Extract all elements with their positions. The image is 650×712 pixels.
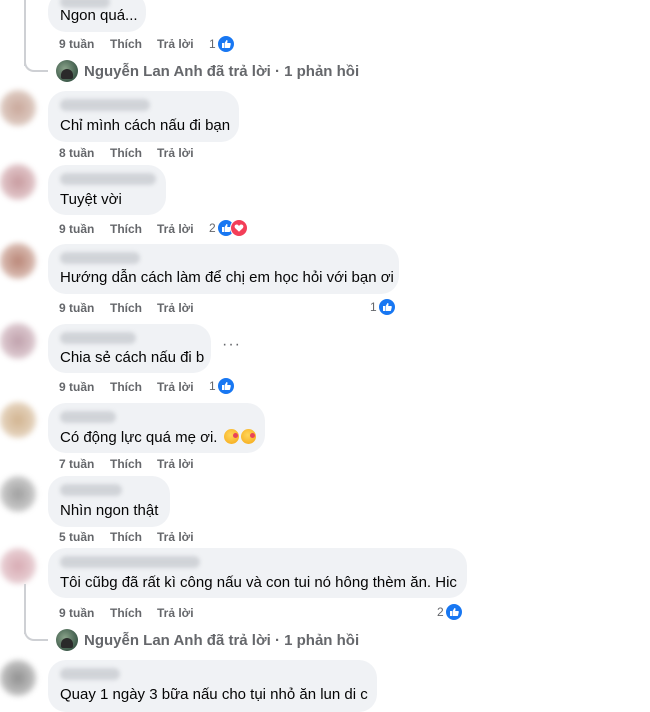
avatar[interactable]: [0, 164, 36, 200]
comment-text: Có động lực quá mẹ ơi.: [60, 429, 222, 446]
reaction-summary[interactable]: 1: [209, 35, 235, 53]
like-button[interactable]: Thích: [110, 379, 142, 395]
comment-time[interactable]: 9 tuần: [59, 379, 94, 395]
comment-bubble: Nhìn ngon thật: [48, 476, 170, 527]
comment-time[interactable]: 8 tuần: [59, 145, 94, 161]
comment-bubble: Chỉ mình cách nấu đi bạn: [48, 91, 239, 142]
comment-bubble: Có động lực quá mẹ ơi.: [48, 403, 265, 453]
comment-text: Hướng dẫn cách làm để chị em học hỏi với…: [60, 269, 394, 286]
comment-bubble: Quay 1 ngày 3 bữa nấu cho tụi nhỏ ăn lun…: [48, 660, 377, 712]
comment-time[interactable]: 9 tuần: [59, 221, 94, 237]
like-button[interactable]: Thích: [110, 221, 142, 237]
like-button[interactable]: Thích: [110, 456, 142, 472]
thread-connector: [24, 56, 48, 72]
like-button[interactable]: Thích: [110, 605, 142, 621]
like-button[interactable]: Thích: [110, 145, 142, 161]
kissing-face-icon: [240, 429, 256, 444]
comment-bubble: Hướng dẫn cách làm để chị em học hỏi với…: [48, 244, 399, 294]
commenter-name[interactable]: [60, 484, 122, 496]
replier-avatar: [56, 629, 78, 651]
comment-bubble: Ngon quá...: [48, 0, 146, 32]
commenter-name[interactable]: [60, 556, 200, 568]
like-button[interactable]: Thích: [110, 529, 142, 545]
avatar[interactable]: [0, 548, 36, 584]
comment-text: Tuyệt vời: [60, 191, 122, 208]
more-dots-icon[interactable]: ···: [222, 336, 241, 354]
comment-text: Chỉ mình cách nấu đi bạn: [60, 117, 231, 134]
view-replies-link[interactable]: Nguyễn Lan Anh đã trả lời · 1 phản hồi: [56, 628, 359, 652]
reaction-count: 2: [209, 221, 216, 235]
view-replies-link[interactable]: Nguyễn Lan Anh đã trả lời · 1 phản hồi: [56, 59, 359, 83]
reaction-summary[interactable]: 2: [437, 603, 463, 621]
comment-text: Tôi cũbg đã rất kì công nấu và con tui n…: [60, 574, 457, 591]
comment-bubble: Tôi cũbg đã rất kì công nấu và con tui n…: [48, 548, 467, 598]
comment-text-row: Có động lực quá mẹ ơi.: [60, 428, 256, 447]
comment-bubble: Chia sẻ cách nấu đi b: [48, 324, 211, 373]
replies-summary: Nguyễn Lan Anh đã trả lời · 1 phản hồi: [84, 631, 360, 649]
commenter-name[interactable]: [60, 99, 150, 111]
replies-summary: Nguyễn Lan Anh đã trả lời · 1 phản hồi: [84, 62, 360, 80]
avatar[interactable]: [0, 323, 36, 359]
avatar[interactable]: [0, 243, 36, 279]
comment-text: Chia sẻ cách nấu đi b: [60, 349, 205, 366]
comment-text: Nhìn ngon thật: [60, 502, 159, 519]
comment-time[interactable]: 9 tuần: [59, 36, 94, 52]
reaction-count: 1: [209, 37, 216, 51]
reply-button[interactable]: Trả lời: [157, 456, 194, 472]
thumbs-up-icon: [216, 377, 235, 395]
reaction-count: 1: [209, 379, 216, 393]
reply-button[interactable]: Trả lời: [157, 221, 194, 237]
comment-text: Ngon quá...: [60, 7, 138, 24]
comment-time[interactable]: 7 tuần: [59, 456, 94, 472]
commenter-name[interactable]: [60, 411, 116, 423]
comment-time[interactable]: 9 tuần: [59, 300, 94, 316]
reaction-count: 1: [370, 300, 377, 314]
avatar[interactable]: [0, 90, 36, 126]
reply-button[interactable]: Trả lời: [157, 36, 194, 52]
avatar[interactable]: [0, 660, 36, 696]
comment-time[interactable]: 9 tuần: [59, 605, 94, 621]
reply-button[interactable]: Trả lời: [157, 529, 194, 545]
commenter-name[interactable]: [60, 252, 140, 264]
thumbs-up-icon: [216, 35, 235, 53]
like-button[interactable]: Thích: [110, 36, 142, 52]
reaction-summary[interactable]: 1: [370, 298, 396, 316]
commenter-name[interactable]: [60, 668, 120, 680]
like-button[interactable]: Thích: [110, 300, 142, 316]
reply-button[interactable]: Trả lời: [157, 605, 194, 621]
avatar[interactable]: [0, 476, 36, 512]
commenter-name[interactable]: [60, 173, 156, 185]
reaction-summary[interactable]: 1: [209, 377, 235, 395]
heart-icon: [229, 219, 248, 237]
replier-avatar: [56, 60, 78, 82]
thread-connector: [24, 625, 48, 641]
thumbs-up-icon: [377, 298, 396, 316]
comment-bubble: Tuyệt vời: [48, 165, 166, 215]
reaction-summary[interactable]: 2: [209, 219, 248, 237]
reply-button[interactable]: Trả lời: [157, 379, 194, 395]
commenter-name[interactable]: [60, 332, 136, 344]
comment-text: Quay 1 ngày 3 bữa nấu cho tụi nhỏ ăn lun…: [60, 686, 368, 703]
kissing-face-icon: [223, 429, 239, 444]
avatar[interactable]: [0, 402, 36, 438]
reaction-count: 2: [437, 605, 444, 619]
reply-button[interactable]: Trả lời: [157, 145, 194, 161]
comment-time[interactable]: 5 tuần: [59, 529, 94, 545]
thumbs-up-icon: [444, 603, 463, 621]
reply-button[interactable]: Trả lời: [157, 300, 194, 316]
